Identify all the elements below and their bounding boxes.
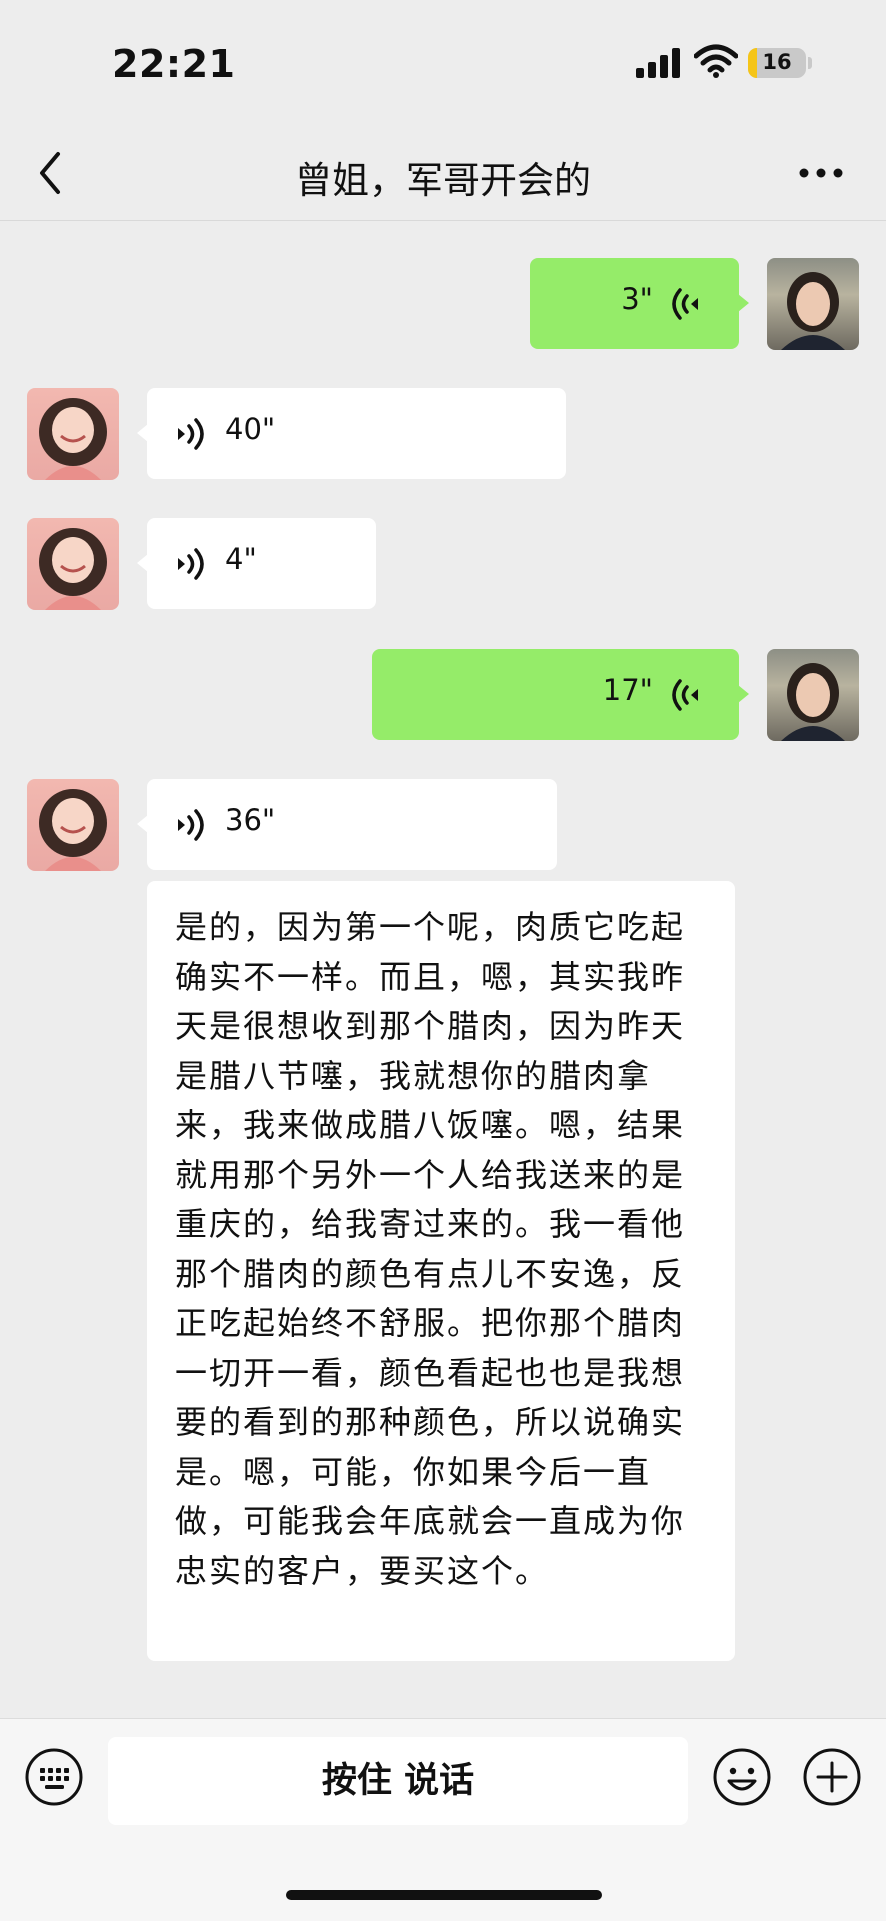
voice-wave-icon — [672, 288, 698, 320]
signal-icon — [636, 48, 680, 78]
more-dots-icon[interactable] — [796, 158, 846, 188]
voice-message-bubble[interactable]: 36" — [137, 779, 557, 870]
avatar-portrait-icon — [781, 663, 845, 741]
status-time: 22:21 — [112, 42, 236, 86]
voice-message-bubble[interactable]: 40" — [137, 388, 566, 479]
contact-avatar[interactable] — [27, 388, 119, 480]
voice-duration: 4" — [225, 542, 257, 576]
avatar-cartoon-icon — [39, 398, 107, 480]
chat-title: 曾姐，军哥开会的 — [295, 159, 591, 202]
voice-wave-icon — [178, 809, 204, 841]
voice-duration: 3" — [621, 282, 653, 316]
voice-duration: 17" — [602, 673, 653, 707]
voice-message-bubble[interactable]: 3" — [530, 258, 749, 349]
avatar-cartoon-icon — [39, 528, 107, 610]
voice-message-bubble[interactable]: 4" — [137, 518, 376, 609]
voice-wave-icon — [178, 548, 204, 580]
contact-avatar[interactable] — [27, 779, 119, 871]
my-avatar[interactable] — [767, 649, 859, 741]
avatar-portrait-icon — [781, 272, 845, 350]
my-avatar[interactable] — [767, 258, 859, 350]
voice-transcript[interactable]: 是的，因为第一个呢，肉质它吃起确实不一样。而且，嗯，其实我昨天是很想收到那个腊肉… — [147, 881, 735, 1661]
battery-level: 16 — [762, 50, 792, 74]
status-bar: 22:21 16 — [0, 0, 886, 130]
emoji-icon[interactable] — [712, 1747, 772, 1807]
home-indicator[interactable] — [286, 1890, 602, 1900]
voice-duration: 36" — [225, 803, 276, 837]
hold-to-talk-button[interactable]: 按住 说话 — [108, 1737, 688, 1825]
voice-wave-icon — [178, 418, 204, 450]
battery-tip — [808, 57, 812, 69]
keyboard-icon[interactable] — [24, 1747, 84, 1807]
contact-avatar[interactable] — [27, 518, 119, 610]
battery-icon: 16 — [748, 48, 806, 78]
avatar-cartoon-icon — [39, 789, 107, 871]
wifi-icon — [694, 44, 738, 78]
transcript-text: 是的，因为第一个呢，肉质它吃起确实不一样。而且，嗯，其实我昨天是很想收到那个腊肉… — [175, 908, 686, 1590]
plus-icon[interactable] — [802, 1747, 862, 1807]
voice-duration: 40" — [225, 412, 276, 446]
chat-header: 曾姐，军哥开会的 — [0, 130, 886, 221]
voice-wave-icon — [672, 679, 698, 711]
voice-message-bubble[interactable]: 17" — [372, 649, 749, 740]
